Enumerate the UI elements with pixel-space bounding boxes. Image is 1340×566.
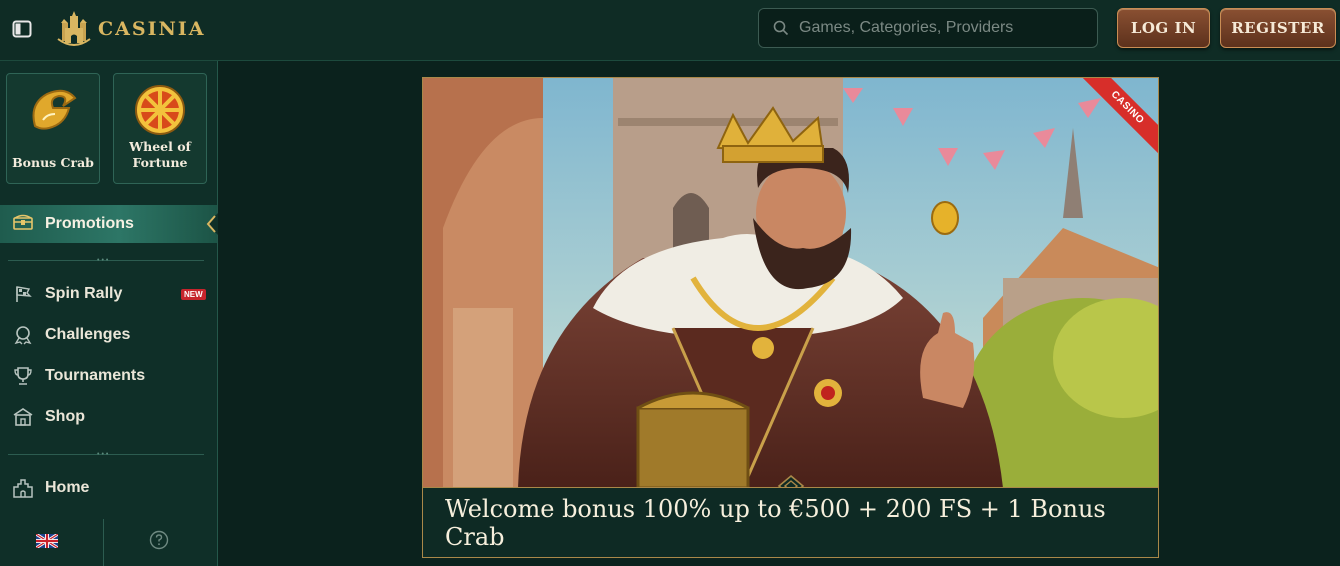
shop-icon [12, 407, 34, 427]
sidebar-item-label: Spin Rally [45, 285, 123, 302]
crab-claw-icon [32, 89, 77, 130]
wheel-of-fortune-tile[interactable]: Wheel of Fortune [113, 73, 207, 184]
banner-caption: Welcome bonus 100% up to €500 + 200 FS +… [423, 487, 1158, 557]
trophy-icon [12, 366, 34, 386]
sidebar-item-label: Home [45, 479, 90, 496]
sidebar-item-label: Shop [45, 408, 85, 425]
sidebar-item-home[interactable]: Home [0, 470, 217, 506]
tile-label-text: Wheel of Fortune [129, 139, 191, 170]
sidebar-footer [0, 519, 217, 566]
footer-divider [103, 519, 104, 566]
sidebar-divider: ••• [8, 257, 204, 264]
login-button[interactable]: LOG IN [1117, 8, 1210, 48]
welcome-bonus-banner[interactable]: CASINO Welcome bonus 100% up to €500 + 2… [422, 77, 1159, 558]
sidebar-item-spin-rally[interactable]: Spin Rally NEW [0, 276, 217, 312]
tile-label: Bonus Crab [12, 155, 94, 170]
top-header: CASINIA LOG IN REGISTER [0, 0, 1340, 61]
sidebar-item-label: Challenges [45, 326, 131, 343]
register-button[interactable]: REGISTER [1220, 8, 1336, 48]
wheel-icon [135, 85, 185, 135]
sidebar-item-shop[interactable]: Shop [0, 399, 217, 435]
treasure-chest-icon [13, 214, 33, 235]
checkered-flag-icon [12, 285, 34, 303]
search-icon [773, 20, 789, 36]
sidebar-item-label: Promotions [45, 215, 134, 232]
chevron-left-icon [206, 212, 219, 236]
bonus-crab-tile[interactable]: Bonus Crab [6, 73, 100, 184]
casinia-logo[interactable]: CASINIA [56, 9, 205, 49]
uk-flag-icon[interactable] [35, 532, 59, 553]
medal-icon [12, 325, 34, 345]
sidebar-divider: ••• [8, 451, 204, 458]
logo-text: CASINIA [98, 18, 206, 40]
castle-home-icon [12, 478, 34, 498]
search-input[interactable] [797, 18, 1091, 38]
sidebar: Bonus Crab Wheel of Fortune Promotions •… [0, 61, 219, 566]
sidebar-toggle-icon[interactable] [12, 19, 32, 39]
sidebar-item-challenges[interactable]: Challenges [0, 317, 217, 353]
castle-logo-icon [57, 11, 91, 46]
king-illustration [423, 78, 1158, 488]
new-badge: NEW [181, 289, 206, 300]
sidebar-item-label: Tournaments [45, 367, 146, 384]
sidebar-item-promotions[interactable]: Promotions [0, 205, 219, 243]
sidebar-item-tournaments[interactable]: Tournaments [0, 358, 217, 394]
help-icon[interactable] [149, 530, 169, 555]
search-bar[interactable] [758, 8, 1098, 48]
banner-caption-text: Welcome bonus 100% up to €500 + 200 FS +… [445, 494, 1106, 551]
tile-label: Wheel of Fortune [114, 139, 206, 171]
